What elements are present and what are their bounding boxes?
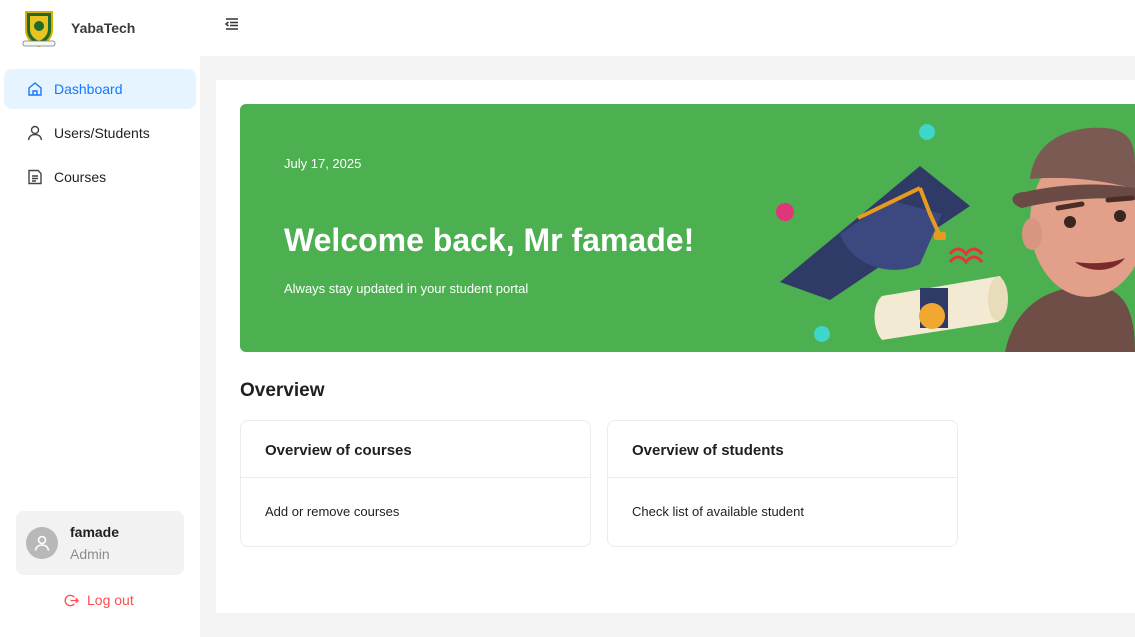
sidebar-item-users-students[interactable]: Users/Students [4, 113, 196, 153]
card-title: Overview of courses [241, 421, 590, 478]
sidebar-item-label: Users/Students [54, 125, 150, 141]
document-icon [26, 168, 44, 186]
yabatech-logo [22, 11, 56, 48]
user-icon [26, 124, 44, 142]
sidebar-nav: Dashboard Users/Students Courses [4, 69, 196, 201]
card-body: Add or remove courses [265, 504, 400, 519]
banner-title: Welcome back, Mr famade! [284, 222, 695, 258]
logout-label: Log out [87, 592, 134, 608]
courses-overview-card[interactable]: Overview of courses Add or remove course… [240, 420, 591, 547]
logout-icon [64, 594, 79, 606]
banner-date: July 17, 2025 [284, 156, 362, 171]
sidebar-item-dashboard[interactable]: Dashboard [4, 69, 196, 109]
card-title: Overview of students [608, 421, 957, 478]
top-header [200, 0, 1135, 56]
overview-heading: Overview [240, 380, 325, 401]
main-content: July 17, 2025 Welcome back, Mr famade! A… [216, 80, 1135, 613]
user-avatar-icon [34, 535, 50, 551]
students-overview-card[interactable]: Overview of students Check list of avail… [607, 420, 958, 547]
banner-subtitle: Always stay updated in your student port… [284, 281, 529, 296]
logout-button[interactable]: Log out [64, 592, 134, 608]
sidebar-item-courses[interactable]: Courses [4, 157, 196, 197]
avatar [26, 527, 58, 559]
sidebar-item-label: Courses [54, 169, 107, 185]
user-card[interactable]: famade Admin [16, 511, 184, 575]
menu-fold-icon[interactable] [224, 16, 240, 32]
home-icon [26, 80, 44, 98]
graduation-illustration [776, 124, 1135, 352]
user-role: Admin [70, 546, 110, 562]
brand-name: YabaTech [71, 20, 136, 36]
brand[interactable]: YabaTech [20, 8, 135, 48]
card-body: Check list of available student [632, 504, 804, 519]
user-info: famade Admin [70, 524, 119, 562]
sidebar: YabaTech Dashboard Users/Students Course… [0, 0, 200, 637]
welcome-banner: July 17, 2025 Welcome back, Mr famade! A… [240, 104, 1135, 352]
user-name: famade [70, 524, 120, 540]
sidebar-item-label: Dashboard [54, 81, 123, 97]
